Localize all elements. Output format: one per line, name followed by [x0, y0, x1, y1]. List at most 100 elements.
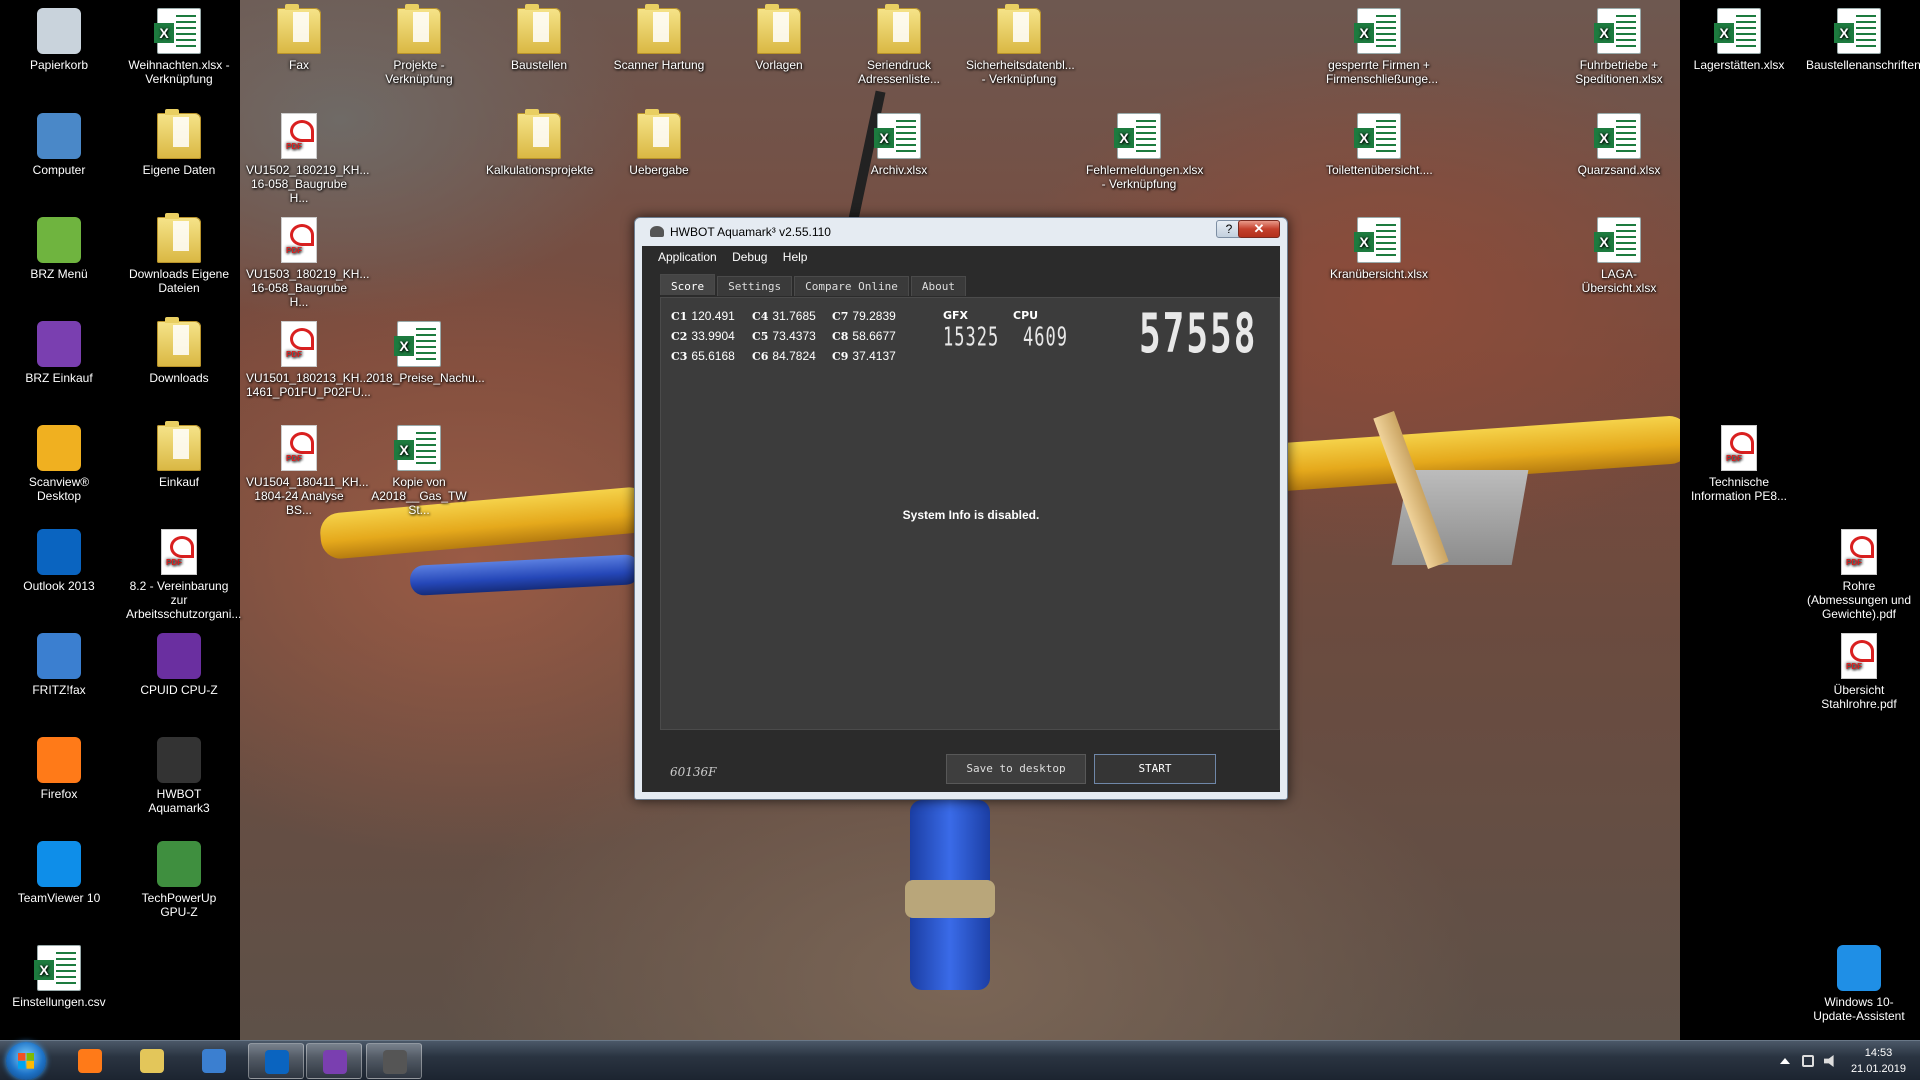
desktop-icon[interactable]: Outlook 2013 [4, 529, 114, 593]
desktop-icon[interactable]: Windows 10-Update-Assistent [1804, 945, 1914, 1023]
aquamark-taskbar-button[interactable] [366, 1043, 422, 1079]
desktop-icon[interactable]: Übersicht Stahlrohre.pdf [1804, 633, 1914, 711]
desktop-icon[interactable]: Kopie von A2018__Gas_TW St... [364, 425, 474, 517]
clock-time: 14:53 [1864, 1047, 1893, 1059]
window-titlebar[interactable]: HWBOT Aquamark³ v2.55.110 ? ✕ [642, 218, 1280, 246]
score-c7: C7 79.2839 [832, 309, 896, 323]
fritzfax-taskbar-button[interactable] [186, 1043, 242, 1079]
tab-about[interactable]: About [910, 276, 966, 296]
desktop-icon[interactable]: Einstellungen.csv [4, 945, 114, 1009]
desktop-icon-label: Fehlermeldungen.xlsx - Verknüpfung [1086, 163, 1204, 191]
aquamark-window[interactable]: HWBOT Aquamark³ v2.55.110 ? ✕ Applicatio… [634, 217, 1288, 800]
desktop-icon[interactable]: Kranübersicht.xlsx [1324, 217, 1434, 281]
scanview-icon [37, 425, 81, 471]
folder-icon [877, 4, 921, 54]
network-icon[interactable] [1802, 1055, 1814, 1067]
brz-einkauf-taskbar-button[interactable] [306, 1043, 362, 1079]
desktop-icon[interactable]: BRZ Menü [4, 217, 114, 281]
desktop-icon[interactable]: Sicherheitsdatenbl... - Verknüpfung [964, 4, 1075, 86]
desktop-icon[interactable]: HWBOT Aquamark3 [124, 737, 234, 815]
desktop-icon[interactable]: Vorlagen [724, 4, 834, 72]
desktop-icon[interactable]: Technische Information PE8... [1684, 425, 1794, 503]
explorer-taskbar-button[interactable] [124, 1043, 180, 1079]
desktop-icon[interactable]: TeamViewer 10 [4, 841, 114, 905]
tab-strip: Score Settings Compare Online About [660, 274, 968, 296]
desktop-icon-label: Übersicht Stahlrohre.pdf [1821, 683, 1897, 711]
clock[interactable]: 14:53 21.01.2019 [1851, 1045, 1906, 1077]
tab-settings[interactable]: Settings [717, 276, 793, 296]
teamviewer-icon [37, 841, 81, 887]
menu-debug[interactable]: Debug [726, 246, 773, 268]
outlook-taskbar-button[interactable] [248, 1043, 304, 1079]
desktop-icon-label: Sicherheitsdatenbl... - Verknüpfung [966, 58, 1075, 86]
desktop-icon[interactable]: Computer [4, 113, 114, 177]
desktop-icon[interactable]: BRZ Einkauf [4, 321, 114, 385]
tab-compare-online[interactable]: Compare Online [794, 276, 909, 296]
start-button-orb[interactable] [6, 1042, 46, 1080]
desktop-icon-label: Scanview® Desktop [28, 475, 90, 503]
desktop-icon[interactable]: Scanner Hartung [604, 4, 714, 72]
desktop-icon[interactable]: FRITZ!fax [4, 633, 114, 697]
desktop-icon[interactable]: Eigene Daten [124, 109, 234, 177]
folder-icon [140, 1049, 164, 1073]
desktop-icon[interactable]: gesperrte Firmen + Firmenschließunge... [1324, 8, 1438, 86]
desktop-icon[interactable]: VU1504_180411_KH... 1804-24 Analyse BS..… [244, 425, 369, 517]
firefox-icon [37, 737, 81, 783]
desktop-icon[interactable]: VU1503_180219_KH... 16-058_Baugrube H... [244, 217, 369, 309]
desktop-icon[interactable]: Fax [244, 4, 354, 72]
score-row: C3 65.6168 C6 84.7824 C9 37.4137 [671, 349, 921, 367]
desktop-icon[interactable]: Einkauf [124, 421, 234, 489]
desktop-icon[interactable]: Downloads [124, 317, 234, 385]
desktop-icon[interactable]: Firefox [4, 737, 114, 801]
desktop-icon[interactable]: Downloads Eigene Dateien [124, 213, 234, 295]
desktop-icon[interactable]: Archiv.xlsx [844, 113, 954, 177]
computer-icon [37, 113, 81, 159]
desktop-icon[interactable]: Weihnachten.xlsx - Verknüpfung [124, 8, 234, 86]
desktop-icon-label: Archiv.xlsx [870, 163, 928, 177]
desktop-icon[interactable]: VU1501_180213_KH... 1461_P01FU_P02FU... [244, 321, 371, 399]
start-button[interactable]: START [1094, 754, 1216, 784]
menu-application[interactable]: Application [652, 246, 723, 268]
desktop-icon[interactable]: Lagerstätten.xlsx [1684, 8, 1794, 72]
desktop-icon[interactable]: LAGA-Übersicht.xlsx [1564, 217, 1674, 295]
desktop-icon-label: Scanner Hartung [613, 58, 705, 72]
tab-score[interactable]: Score [660, 274, 716, 295]
shopping-cart-icon [37, 321, 81, 367]
desktop-icon[interactable]: Seriendruck Adressenliste... [844, 4, 954, 86]
desktop-icon[interactable]: VU1502_180219_KH... 16-058_Baugrube H... [244, 113, 369, 205]
desktop-icon[interactable]: Quarzsand.xlsx [1564, 113, 1674, 177]
folder-icon [397, 4, 441, 54]
app-client-area: Application Debug Help Score Settings Co… [642, 246, 1280, 792]
desktop-icon[interactable]: TechPowerUp GPU-Z [124, 841, 234, 919]
score-row: C1 120.491 C4 31.7685 C7 79.2839 [671, 309, 921, 327]
desktop-icon[interactable]: Toilettenübersicht.... [1324, 113, 1434, 177]
csv-file-icon [34, 945, 81, 991]
brz-menu-icon [37, 217, 81, 263]
desktop-icon[interactable]: 2018_Preise_Nachu... [364, 321, 485, 385]
desktop-icon[interactable]: Fehlermeldungen.xlsx - Verknüpfung [1084, 113, 1204, 191]
desktop-icon[interactable]: Kalkulationsprojekte [484, 109, 594, 177]
desktop-icon[interactable]: Rohre (Abmessungen und Gewichte).pdf [1804, 529, 1914, 621]
desktop-icon[interactable]: Uebergabe [604, 109, 714, 177]
menu-help[interactable]: Help [777, 246, 814, 268]
close-button[interactable]: ✕ [1238, 220, 1280, 238]
desktop-icon[interactable]: Baustellenanschriften [1804, 8, 1920, 72]
folder-icon [637, 109, 681, 159]
desktop-icon-label: Vorlagen [755, 58, 803, 72]
volume-muted-icon[interactable] [1824, 1055, 1834, 1067]
desktop-icon[interactable]: Scanview® Desktop [4, 425, 114, 503]
show-hidden-icons-icon[interactable] [1780, 1058, 1790, 1064]
pdf-file-icon [281, 425, 317, 471]
desktop-icon[interactable]: Projekte - Verknüpfung [364, 4, 474, 86]
desktop-icon[interactable]: 8.2 - Vereinbarung zur Arbeitsschutzorga… [124, 529, 241, 621]
desktop-icon[interactable]: Baustellen [484, 4, 594, 72]
system-tray: 14:53 21.01.2019 [1740, 1041, 1920, 1080]
excel-file-icon [1354, 113, 1401, 159]
desktop-icon[interactable]: Fuhrbetriebe + Speditionen.xlsx [1564, 8, 1674, 86]
desktop-icon[interactable]: Papierkorb [4, 8, 114, 72]
cpu-label: CPU [1013, 309, 1039, 322]
save-to-desktop-button[interactable]: Save to desktop [946, 754, 1086, 784]
desktop-icon-label: TeamViewer 10 [17, 891, 101, 905]
firefox-taskbar-button[interactable] [62, 1043, 118, 1079]
desktop-icon[interactable]: CPUID CPU-Z [124, 633, 234, 697]
